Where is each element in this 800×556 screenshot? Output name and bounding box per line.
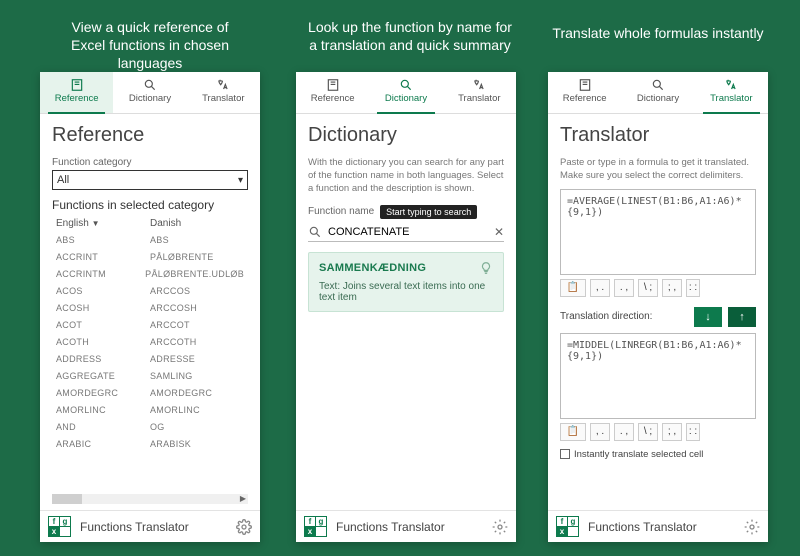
settings-icon[interactable]: [492, 519, 508, 535]
translate-icon: [216, 78, 230, 92]
tab-reference[interactable]: Reference: [40, 72, 113, 113]
table-row[interactable]: ACOSHARCCOSH: [52, 299, 248, 316]
delim-button[interactable]: \ ;: [638, 279, 658, 297]
search-tooltip: Start typing to search: [380, 205, 477, 219]
dictionary-panel: Reference Dictionary Translator Dictiona…: [296, 72, 516, 542]
scroll-thumb[interactable]: [52, 494, 82, 504]
reference-icon: [578, 78, 592, 92]
reference-icon: [326, 78, 340, 92]
app-logo: fgx: [304, 516, 328, 538]
search-input[interactable]: [328, 226, 488, 238]
delim-button[interactable]: : :: [686, 423, 700, 441]
tab-bar: Reference Dictionary Translator: [40, 72, 260, 114]
translate-down-button[interactable]: ↓: [694, 307, 722, 327]
function-list: ABSABS ACCRINTPÅLØBRENTE ACCRINTMPÅLØBRE…: [52, 231, 248, 492]
category-label: Function category: [52, 157, 248, 168]
result-description: Text: Joins several text items into one …: [319, 281, 493, 303]
caption-reference: View a quick reference ofExcel functions…: [40, 18, 260, 73]
reference-panel: Reference Dictionary Translator Referenc…: [40, 72, 260, 542]
translate-icon: [724, 78, 738, 92]
settings-icon[interactable]: [236, 519, 252, 535]
tab-dictionary[interactable]: Dictionary: [621, 72, 694, 113]
table-row[interactable]: ACOTARCCOT: [52, 316, 248, 333]
hint-text: Paste or type in a formula to get it tra…: [560, 157, 756, 183]
table-row[interactable]: ABSABS: [52, 231, 248, 248]
tab-translator[interactable]: Translator: [695, 72, 768, 113]
footer-title: Functions Translator: [588, 520, 736, 534]
page-title: Dictionary: [308, 124, 504, 147]
paste-icon[interactable]: 📋: [560, 279, 586, 297]
panel-footer: fgx Functions Translator: [548, 510, 768, 542]
table-row[interactable]: ADDRESSADRESSE: [52, 350, 248, 367]
tab-bar: Reference Dictionary Translator: [548, 72, 768, 114]
delim-button[interactable]: , .: [590, 423, 610, 441]
caption-dictionary: Look up the function by name fora transl…: [300, 18, 520, 54]
result-name: SAMMENKÆDNING: [319, 262, 426, 274]
table-row[interactable]: AGGREGATESAMLING: [52, 367, 248, 384]
translator-panel: Reference Dictionary Translator Translat…: [548, 72, 768, 542]
tab-translator[interactable]: Translator: [443, 72, 516, 113]
chevron-down-icon: ▾: [238, 175, 243, 186]
search-result[interactable]: SAMMENKÆDNING Text: Joins several text i…: [308, 252, 504, 312]
delim-button[interactable]: \ ;: [638, 423, 658, 441]
lightbulb-icon: [479, 261, 493, 275]
reference-icon: [70, 78, 84, 92]
delim-button[interactable]: . ,: [614, 423, 634, 441]
list-heading: Functions in selected category: [52, 198, 248, 212]
footer-title: Functions Translator: [336, 520, 484, 534]
app-logo: fgx: [556, 516, 580, 538]
settings-icon[interactable]: [744, 519, 760, 535]
search-icon: [143, 78, 157, 92]
translate-icon: [472, 78, 486, 92]
search-icon: [399, 78, 413, 92]
source-delim-row: 📋 , . . , \ ; ; , : :: [560, 279, 756, 297]
translate-up-button[interactable]: ↑: [728, 307, 756, 327]
delim-button[interactable]: : :: [686, 279, 700, 297]
table-row[interactable]: AMORLINCAMORLINC: [52, 401, 248, 418]
delim-button[interactable]: ; ,: [662, 423, 682, 441]
search-icon: [308, 225, 322, 239]
search-icon: [651, 78, 665, 92]
delim-button[interactable]: , .: [590, 279, 610, 297]
target-formula-output[interactable]: =MIDDEL(LINREGR(B1:B6,A1:A6)*{9,1}): [560, 333, 756, 419]
table-row[interactable]: ANDOG: [52, 418, 248, 435]
description-text: With the dictionary you can search for a…: [308, 157, 504, 195]
tab-dictionary[interactable]: Dictionary: [369, 72, 442, 113]
tab-reference[interactable]: Reference: [548, 72, 621, 113]
horizontal-scrollbar[interactable]: ◀ ▶: [52, 494, 248, 504]
table-row[interactable]: ACOSARCCOS: [52, 282, 248, 299]
tab-translator[interactable]: Translator: [187, 72, 260, 113]
app-logo: fgx: [48, 516, 72, 538]
tab-dictionary[interactable]: Dictionary: [113, 72, 186, 113]
delim-button[interactable]: ; ,: [662, 279, 682, 297]
table-row[interactable]: ACCRINTMPÅLØBRENTE.UDLØB: [52, 265, 248, 282]
category-select[interactable]: All ▾: [52, 170, 248, 190]
column-headers[interactable]: English ▼ Danish: [52, 216, 248, 231]
scroll-right-icon[interactable]: ▶: [238, 494, 248, 504]
instant-checkbox[interactable]: [560, 449, 570, 459]
panel-footer: fgx Functions Translator: [40, 510, 260, 542]
tab-reference[interactable]: Reference: [296, 72, 369, 113]
page-title: Reference: [52, 124, 248, 147]
table-row[interactable]: ARABICARABISK: [52, 435, 248, 452]
instant-label: Instantly translate selected cell: [574, 449, 703, 460]
sort-asc-icon: ▼: [92, 219, 100, 228]
panel-footer: fgx Functions Translator: [296, 510, 516, 542]
table-row[interactable]: ACCRINTPÅLØBRENTE: [52, 248, 248, 265]
tab-bar: Reference Dictionary Translator: [296, 72, 516, 114]
paste-icon[interactable]: 📋: [560, 423, 586, 441]
clear-icon[interactable]: ✕: [494, 225, 504, 239]
source-formula-input[interactable]: =AVERAGE(LINEST(B1:B6,A1:A6)*{9,1}): [560, 189, 756, 275]
function-name-label: Function name: [308, 206, 374, 217]
direction-label: Translation direction:: [560, 311, 688, 322]
page-title: Translator: [560, 124, 756, 147]
table-row[interactable]: ACOTHARCCOTH: [52, 333, 248, 350]
footer-title: Functions Translator: [80, 520, 228, 534]
delim-button[interactable]: . ,: [614, 279, 634, 297]
table-row[interactable]: AMORDEGRCAMORDEGRC: [52, 384, 248, 401]
search-box: ✕: [308, 223, 504, 242]
caption-translator: Translate whole formulas instantly: [548, 24, 768, 42]
target-delim-row: 📋 , . . , \ ; ; , : :: [560, 423, 756, 441]
